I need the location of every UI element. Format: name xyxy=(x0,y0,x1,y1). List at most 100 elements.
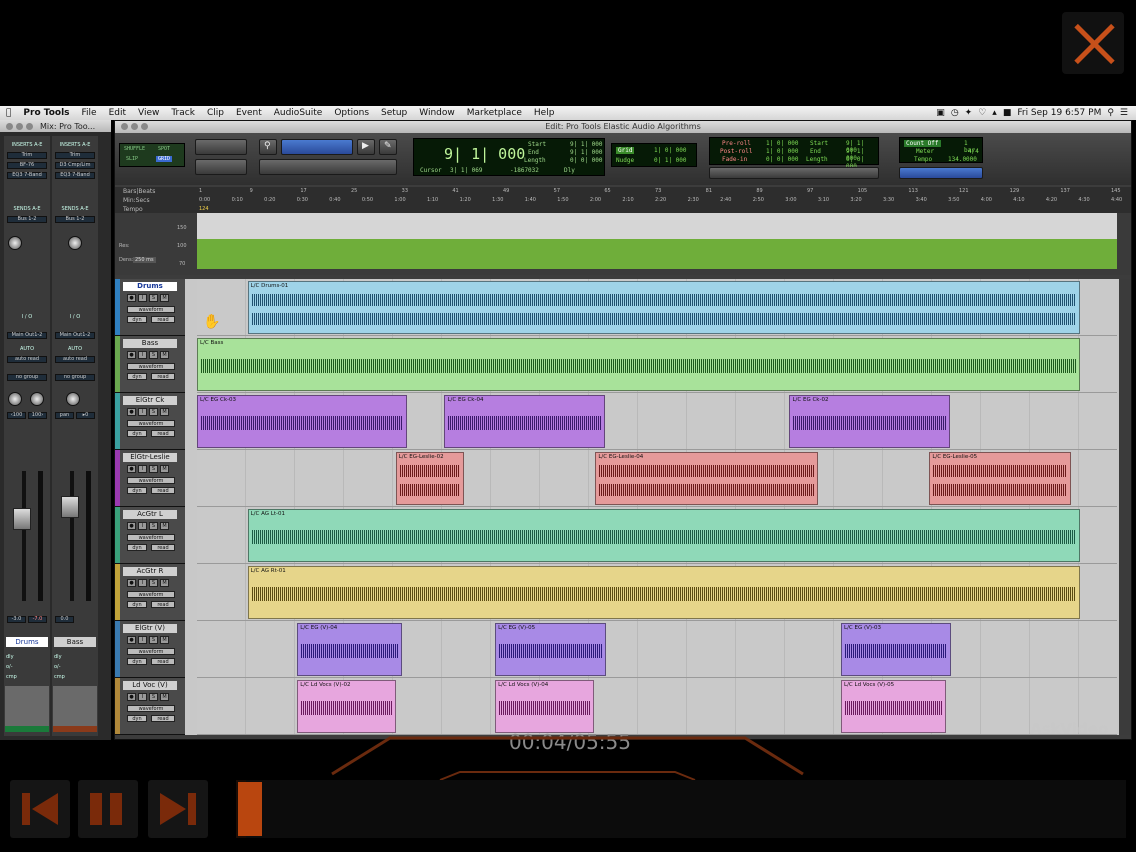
track-name[interactable]: ElGtr (V) xyxy=(123,624,177,633)
mins-ticks[interactable]: 0:00 0:10 0:20 0:30 0:40 0:50 1:00 1:10 1:20 1:30… xyxy=(199,197,1122,204)
record-button[interactable]: ● xyxy=(127,465,136,473)
track-automation-selector[interactable]: read xyxy=(151,601,175,608)
menu-window[interactable]: Window xyxy=(413,108,461,118)
input-monitor-button[interactable]: I xyxy=(138,294,147,302)
spot-mode[interactable]: SPOT xyxy=(158,146,170,152)
pause-button[interactable] xyxy=(78,780,138,838)
track-lane[interactable]: L/C Ld Vocs (V)-02 L/C Ld Vocs (V)-04 L/C … xyxy=(197,678,1117,735)
minimize-window-icon[interactable] xyxy=(131,123,138,130)
zoom-buttons[interactable] xyxy=(195,139,247,155)
tempo-graph[interactable] xyxy=(197,239,1117,269)
menu-help[interactable]: Help xyxy=(528,108,561,118)
volume-fader[interactable] xyxy=(61,496,79,518)
track-name[interactable]: ElGtr Ck xyxy=(123,396,177,405)
track-lane[interactable]: L/C EG-Leslie-02 L/C EG-Leslie-04 L/C EG-L… xyxy=(197,450,1117,507)
grid-label[interactable]: Grid xyxy=(616,147,635,154)
track-automation-selector[interactable]: read xyxy=(151,715,175,722)
solo-button[interactable]: S xyxy=(149,351,158,359)
input-monitor-button[interactable]: I xyxy=(138,408,147,416)
min-secs-ruler-label[interactable]: Min:Secs xyxy=(123,197,150,204)
send-level-knob[interactable] xyxy=(68,236,82,250)
pan-left-knob[interactable] xyxy=(8,392,22,406)
input-monitor-button[interactable]: I xyxy=(138,579,147,587)
smart-tool[interactable] xyxy=(281,139,353,155)
menu-view[interactable]: View xyxy=(132,108,165,118)
track-dyn-button[interactable]: dyn xyxy=(127,373,147,380)
output-selector[interactable]: Main Out1-2 xyxy=(7,332,47,339)
transport-controls[interactable] xyxy=(709,167,879,179)
track-name[interactable]: AcGtr L xyxy=(123,510,177,519)
fadein-value[interactable]: 0| 0| 000 xyxy=(766,156,799,163)
track-name[interactable]: ElGtr-Leslie xyxy=(123,453,177,462)
solo-button[interactable]: S xyxy=(149,579,158,587)
preroll-value[interactable]: 1| 0| 000 xyxy=(766,140,799,147)
track-dyn-button[interactable]: dyn xyxy=(127,658,147,665)
density-selector[interactable]: 250 ms xyxy=(133,257,156,263)
record-button[interactable]: ● xyxy=(127,636,136,644)
mute-button[interactable]: M xyxy=(160,294,169,302)
track-view-selector[interactable]: waveform xyxy=(127,705,175,712)
record-button[interactable]: ● xyxy=(127,579,136,587)
track-automation-selector[interactable]: read xyxy=(151,658,175,665)
slip-mode[interactable]: SLIP xyxy=(126,156,138,162)
audio-clip[interactable]: L/C EG-Leslie-02 xyxy=(395,452,464,505)
track-name-drums[interactable]: Drums xyxy=(6,637,48,647)
audio-clip[interactable]: L/C AG Rt-01 xyxy=(247,566,1081,619)
track-lane[interactable]: L/C Drums-01 xyxy=(197,279,1117,336)
notification-icon[interactable]: ☰ xyxy=(1120,108,1128,118)
audio-clip[interactable]: L/C AG Lt-01 xyxy=(247,509,1081,562)
track-dyn-button[interactable]: dyn xyxy=(127,544,147,551)
insert-slot[interactable]: D3 Cmp/Lim xyxy=(55,162,95,169)
track-lane[interactable]: L/C EG (V)-04 L/C EG (V)-05 L/C EG (V)-03 xyxy=(197,621,1117,678)
solo-button[interactable]: S xyxy=(149,294,158,302)
track-dyn-button[interactable]: dyn xyxy=(127,601,147,608)
solo-button[interactable]: S xyxy=(149,465,158,473)
nudge-value[interactable]: 0| 1| 000 xyxy=(654,157,687,164)
input-monitor-button[interactable]: I xyxy=(138,636,147,644)
insert-slot[interactable]: EQ3 7-Band xyxy=(7,172,47,179)
track-lane[interactable]: L/C Bass xyxy=(197,336,1117,393)
mute-button[interactable]: M xyxy=(160,579,169,587)
zoom-window-icon[interactable] xyxy=(141,123,148,130)
track-view-selector[interactable]: waveform xyxy=(127,477,175,484)
menu-track[interactable]: Track xyxy=(165,108,201,118)
menubar-clock[interactable]: Fri Sep 19 6:57 PM xyxy=(1017,108,1101,118)
audio-clip[interactable]: L/C EG Ck-04 xyxy=(444,395,605,448)
record-button[interactable]: ● xyxy=(127,693,136,701)
skip-forward-button[interactable] xyxy=(148,780,208,838)
track-view-selector[interactable]: waveform xyxy=(127,534,175,541)
bluetooth-icon[interactable]: ✦ xyxy=(965,108,973,118)
audio-clip[interactable]: L/C EG (V)-03 xyxy=(841,623,952,676)
track-view-selector[interactable]: waveform xyxy=(127,591,175,598)
grid-value[interactable]: 1| 0| 000 xyxy=(654,147,687,154)
menu-options[interactable]: Options xyxy=(328,108,375,118)
track-dyn-button[interactable]: dyn xyxy=(127,487,147,494)
close-window-icon[interactable] xyxy=(6,122,13,130)
tempo-ruler-label[interactable]: Tempo xyxy=(123,206,143,213)
track-automation-selector[interactable]: read xyxy=(151,373,175,380)
zoomer-tool[interactable]: ⚲ xyxy=(259,139,277,155)
record-button[interactable]: ● xyxy=(127,294,136,302)
close-window-icon[interactable] xyxy=(121,123,128,130)
track-lane[interactable]: L/C AG Rt-01 xyxy=(197,564,1117,621)
vertical-scrollbar[interactable] xyxy=(1119,279,1131,735)
zoom-presets[interactable] xyxy=(195,159,247,175)
timemachine-icon[interactable]: ◷ xyxy=(951,108,959,118)
audio-clip[interactable]: L/C Ld Vocs (V)-04 xyxy=(495,680,595,733)
bars-beats-ruler-label[interactable]: Bars|Beats xyxy=(123,188,155,195)
automation-mode[interactable]: auto read xyxy=(7,356,47,363)
insert-slot[interactable]: EQ3 7-Band xyxy=(55,172,95,179)
audio-clip[interactable]: L/C EG-Leslie-05 xyxy=(929,452,1071,505)
track-automation-selector[interactable]: read xyxy=(151,430,175,437)
solo-button[interactable]: S xyxy=(149,522,158,530)
menu-pro-tools[interactable]: Pro Tools xyxy=(17,108,75,118)
progress-handle[interactable] xyxy=(238,782,262,836)
menu-file[interactable]: File xyxy=(76,108,103,118)
audio-clip[interactable]: L/C Drums-01 xyxy=(247,281,1081,334)
menu-marketplace[interactable]: Marketplace xyxy=(461,108,528,118)
input-monitor-button[interactable]: I xyxy=(138,351,147,359)
send-level-knob[interactable] xyxy=(8,236,22,250)
menu-audiosuite[interactable]: AudioSuite xyxy=(268,108,329,118)
mute-button[interactable]: M xyxy=(160,522,169,530)
pan-knob[interactable] xyxy=(66,392,80,406)
